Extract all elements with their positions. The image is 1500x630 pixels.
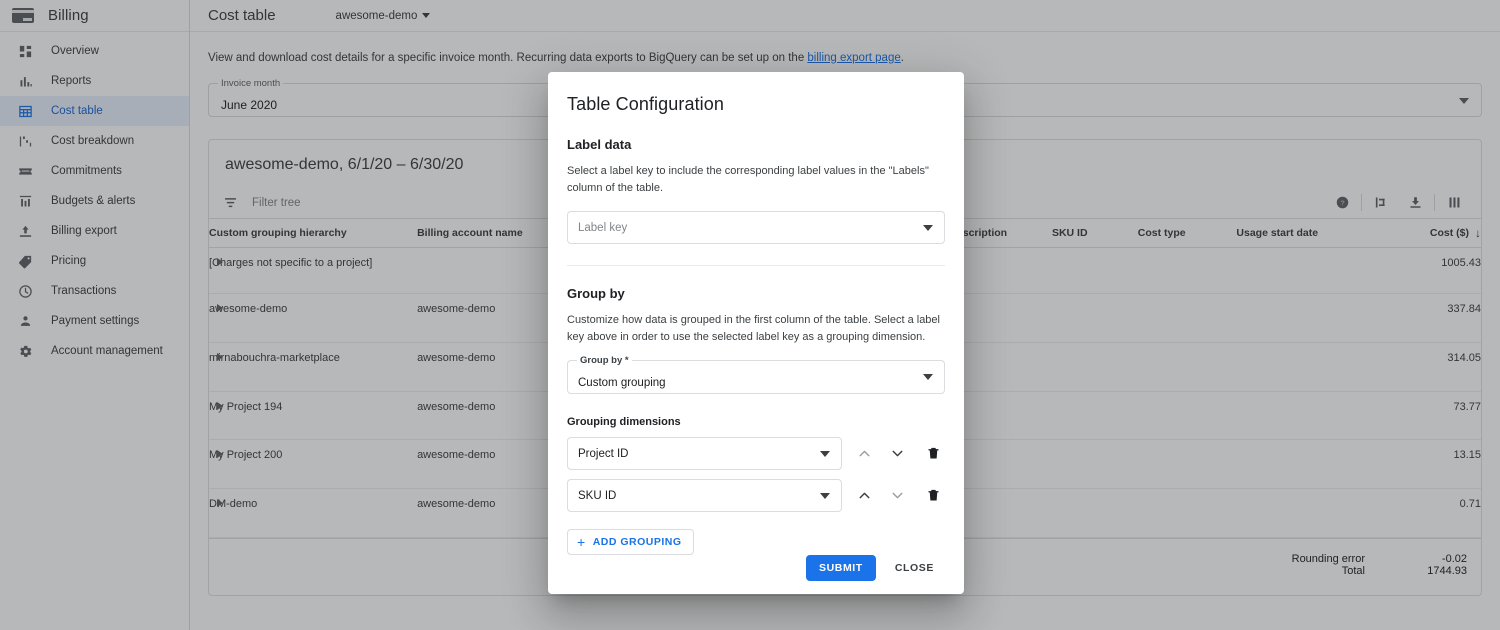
plus-icon: + xyxy=(577,534,586,551)
chevron-down-icon xyxy=(923,225,933,232)
trash-icon[interactable] xyxy=(922,484,945,508)
grouping-dimension-row: Project ID xyxy=(567,437,945,471)
close-button[interactable]: CLOSE xyxy=(884,555,945,581)
group-by-field-label: Group by * xyxy=(577,355,632,367)
chevron-down-icon xyxy=(819,451,830,458)
chevron-down-icon xyxy=(819,493,830,500)
group-by-select[interactable]: Group by * Custom grouping xyxy=(567,355,945,395)
grouping-dimension-select[interactable]: SKU ID xyxy=(567,479,842,513)
group-by-field-value: Custom grouping xyxy=(578,377,666,390)
label-key-placeholder: Label key xyxy=(578,221,628,234)
chevron-down-icon xyxy=(923,374,933,381)
billing-cost-table-page: Billing Overview Reports Cost table Cost… xyxy=(0,0,1500,630)
grouping-dimension-value: Project ID xyxy=(578,447,629,460)
group-by-description: Customize how data is grouped in the fir… xyxy=(567,314,940,344)
dialog-title: Table Configuration xyxy=(567,94,725,114)
grouping-dimension-row: SKU ID xyxy=(567,479,945,513)
label-key-select[interactable]: Label key xyxy=(567,211,945,245)
add-grouping-label: ADD GROUPING xyxy=(592,536,682,549)
table-configuration-dialog: Table Configuration Label data Select a … xyxy=(548,72,964,594)
add-grouping-button[interactable]: + ADD GROUPING xyxy=(567,529,694,556)
trash-icon[interactable] xyxy=(922,442,945,466)
grouping-dimensions-label: Grouping dimensions xyxy=(567,416,681,429)
label-data-description: Select a label key to include the corres… xyxy=(567,165,929,195)
move-up-button[interactable] xyxy=(853,442,876,466)
move-down-button[interactable] xyxy=(887,442,910,466)
dialog-divider xyxy=(567,265,945,267)
move-up-button[interactable] xyxy=(853,484,876,508)
grouping-dimension-select[interactable]: Project ID xyxy=(567,437,842,471)
move-down-button[interactable] xyxy=(887,484,910,508)
grouping-dimension-value: SKU ID xyxy=(578,489,617,502)
submit-button[interactable]: SUBMIT xyxy=(805,555,876,581)
dialog-footer: SUBMIT CLOSE xyxy=(805,555,945,581)
label-data-heading: Label data xyxy=(567,137,632,152)
group-by-heading: Group by xyxy=(567,286,625,302)
